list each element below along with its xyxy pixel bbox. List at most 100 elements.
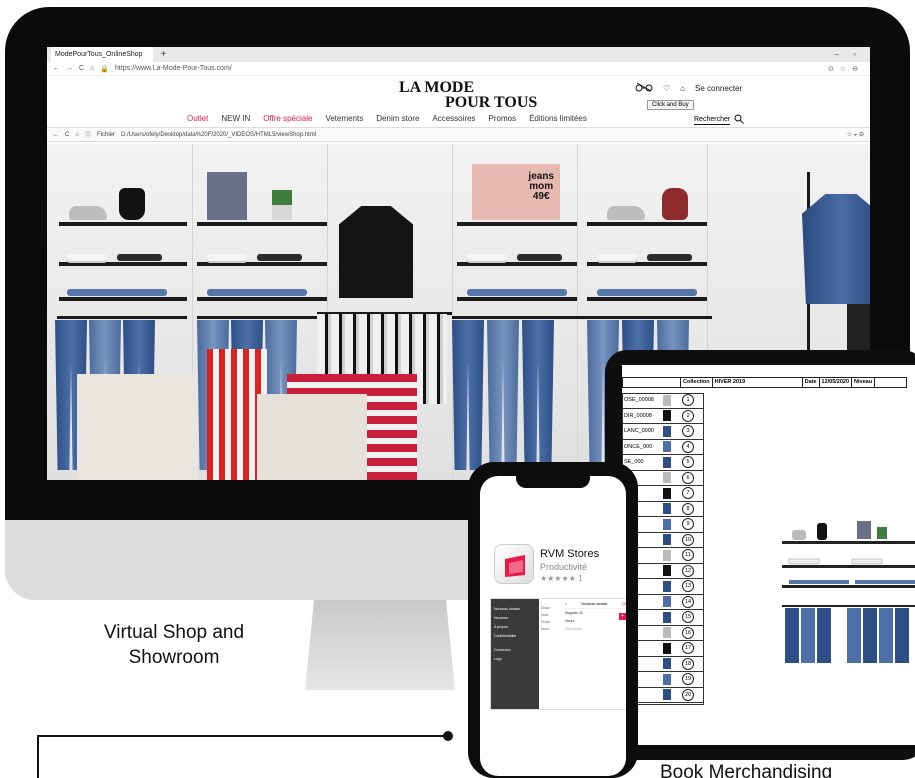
row-product-thumbnail[interactable] — [658, 549, 676, 562]
inner-home-icon[interactable]: ⌂ — [75, 132, 79, 138]
row-product-thumbnail[interactable] — [658, 425, 676, 438]
folded-tshirt[interactable] — [517, 254, 562, 261]
planogram-row[interactable]: DIR_00008 2 — [622, 409, 704, 424]
time-field[interactable]: Heure — [563, 617, 626, 625]
add-photo-button[interactable]: + — [619, 613, 626, 620]
description-field[interactable]: Description — [563, 625, 626, 633]
ok-button[interactable]: OK — [622, 602, 626, 606]
reload-icon[interactable]: C — [79, 65, 84, 72]
hanging-jeans[interactable] — [452, 320, 484, 470]
store-field[interactable]: Magasin 40 — [563, 609, 626, 617]
row-product-thumbnail[interactable] — [658, 533, 676, 546]
bag-icon[interactable]: ⌂ — [680, 84, 685, 93]
row-product-thumbnail[interactable] — [658, 502, 676, 515]
promo-sign[interactable]: jeans mom 49€ — [472, 164, 560, 220]
leather-jacket-product[interactable] — [339, 206, 413, 298]
site-logo[interactable]: LA MODE POUR TOUS — [399, 80, 539, 111]
row-product-thumbnail[interactable] — [658, 657, 676, 670]
menu-item-confidentialite[interactable]: Confidentialité — [494, 634, 536, 638]
planogram-row[interactable]: OSE_00008 1 — [622, 393, 704, 409]
row-product-thumbnail[interactable] — [658, 518, 676, 531]
back-button[interactable]: < — [565, 602, 567, 606]
row-product-thumbnail[interactable] — [658, 673, 676, 686]
folded-tshirt[interactable] — [257, 254, 302, 261]
browser-toolbar-icons[interactable]: ⊙☆⊖ — [828, 65, 864, 73]
nav-accessoires[interactable]: Accessoires — [432, 114, 475, 123]
url-field[interactable]: https://www.La-Mode-Pour-Tous.com/ — [115, 65, 822, 72]
row-product-thumbnail[interactable] — [658, 580, 676, 593]
planogram-row[interactable]: ONCE_000 4 — [622, 440, 704, 455]
nav-editions-limitees[interactable]: Éditions limitées — [529, 114, 587, 123]
row-product-thumbnail[interactable] — [658, 471, 676, 484]
search-label[interactable]: Rechercher — [694, 116, 731, 125]
nav-vetements[interactable]: Vetements — [325, 114, 363, 123]
nav-promos[interactable]: Promos — [489, 114, 517, 123]
planogram-row[interactable]: SE_000 5 — [622, 455, 704, 471]
inner-back-icon[interactable]: ← — [53, 132, 59, 138]
folded-tshirt[interactable] — [647, 254, 692, 261]
sneaker-product[interactable] — [607, 206, 645, 220]
floor-sweater-stack[interactable] — [77, 374, 197, 480]
browser-tab[interactable]: ModePourTous_OnlineShop — [51, 47, 153, 62]
row-product-thumbnail[interactable] — [658, 456, 676, 469]
nav-outlet[interactable]: Outlet — [187, 114, 208, 123]
backpack-product[interactable] — [119, 188, 145, 220]
hanging-jeans[interactable] — [487, 320, 519, 470]
hanging-jeans[interactable] — [522, 320, 554, 470]
planogram-row[interactable]: LANC_0000 3 — [622, 424, 704, 440]
folded-tshirt[interactable] — [207, 254, 247, 261]
nav-new-in[interactable]: NEW IN — [221, 114, 250, 123]
inner-toolbar-icons[interactable]: ☆ ◒ ⊖ — [847, 131, 864, 138]
menu-item-nouveau[interactable]: Nouveau — [494, 616, 536, 620]
row-product-thumbnail[interactable] — [658, 688, 676, 701]
mini-planogram-view[interactable] — [777, 513, 915, 663]
row-product-thumbnail[interactable] — [658, 564, 676, 577]
folded-jeans[interactable] — [597, 289, 697, 296]
back-icon[interactable]: ← — [53, 65, 60, 72]
denim-jacket-product[interactable] — [802, 194, 870, 304]
sneaker-product[interactable] — [69, 206, 107, 220]
collection-value[interactable]: HIVER 2019 — [713, 378, 803, 387]
nav-offre-speciale[interactable]: Offre spéciale — [263, 114, 312, 123]
date-value[interactable]: 12/05/2020 — [820, 378, 853, 387]
folded-jeans[interactable] — [67, 289, 167, 296]
row-product-thumbnail[interactable] — [658, 626, 676, 639]
folded-jeans[interactable] — [207, 289, 307, 296]
floor-sweater-stack[interactable] — [257, 394, 367, 480]
inner-reload-icon[interactable]: C — [65, 132, 69, 138]
login-link[interactable]: Se connecter — [695, 84, 742, 93]
file-path[interactable]: D:/Users/ofely/Desktop/data%20F/2020/_VI… — [121, 132, 841, 138]
menu-item-a-propos[interactable]: À propos — [494, 625, 536, 629]
row-product-thumbnail[interactable] — [658, 611, 676, 624]
app-side-menu: Nouveau dossier Nouveau À propos Confide… — [491, 599, 539, 709]
folded-tshirt[interactable] — [597, 254, 637, 261]
menu-item-logo[interactable]: Logo — [494, 657, 536, 661]
row-product-thumbnail[interactable] — [658, 595, 676, 608]
home-icon[interactable]: ⌂ — [90, 65, 94, 72]
rvm-app-icon[interactable] — [494, 544, 534, 584]
poster-product[interactable] — [207, 172, 247, 220]
search-box[interactable]: Rechercher — [694, 114, 745, 126]
backpack-product[interactable] — [662, 188, 688, 220]
new-tab-button[interactable]: + — [153, 49, 175, 60]
row-product-thumbnail[interactable] — [658, 409, 676, 422]
shelf — [457, 297, 577, 301]
folded-tshirt[interactable] — [467, 254, 507, 261]
window-controls[interactable]: – ▫ — [834, 50, 870, 59]
folded-jeans[interactable] — [467, 289, 567, 296]
mid-label: Nouv — [541, 627, 550, 631]
forward-icon[interactable]: → — [66, 65, 73, 72]
row-product-thumbnail[interactable] — [658, 394, 676, 407]
folded-tshirt[interactable] — [117, 254, 162, 261]
menu-item-nouveau-dossier[interactable]: Nouveau dossier — [494, 607, 536, 611]
heart-icon[interactable]: ♡ — [663, 84, 670, 93]
search-icon[interactable] — [734, 114, 745, 126]
folded-tshirt[interactable] — [67, 254, 107, 261]
row-product-thumbnail[interactable] — [658, 642, 676, 655]
menu-item-connexion[interactable]: Connexion — [494, 648, 536, 652]
row-product-thumbnail[interactable] — [658, 487, 676, 500]
nav-denim-store[interactable]: Denim store — [376, 114, 419, 123]
row-product-thumbnail[interactable] — [658, 440, 676, 453]
glasses-icon[interactable] — [635, 82, 653, 94]
tablet-device: Collection HIVER 2019 Date 12/05/2020 Ni… — [605, 350, 915, 760]
